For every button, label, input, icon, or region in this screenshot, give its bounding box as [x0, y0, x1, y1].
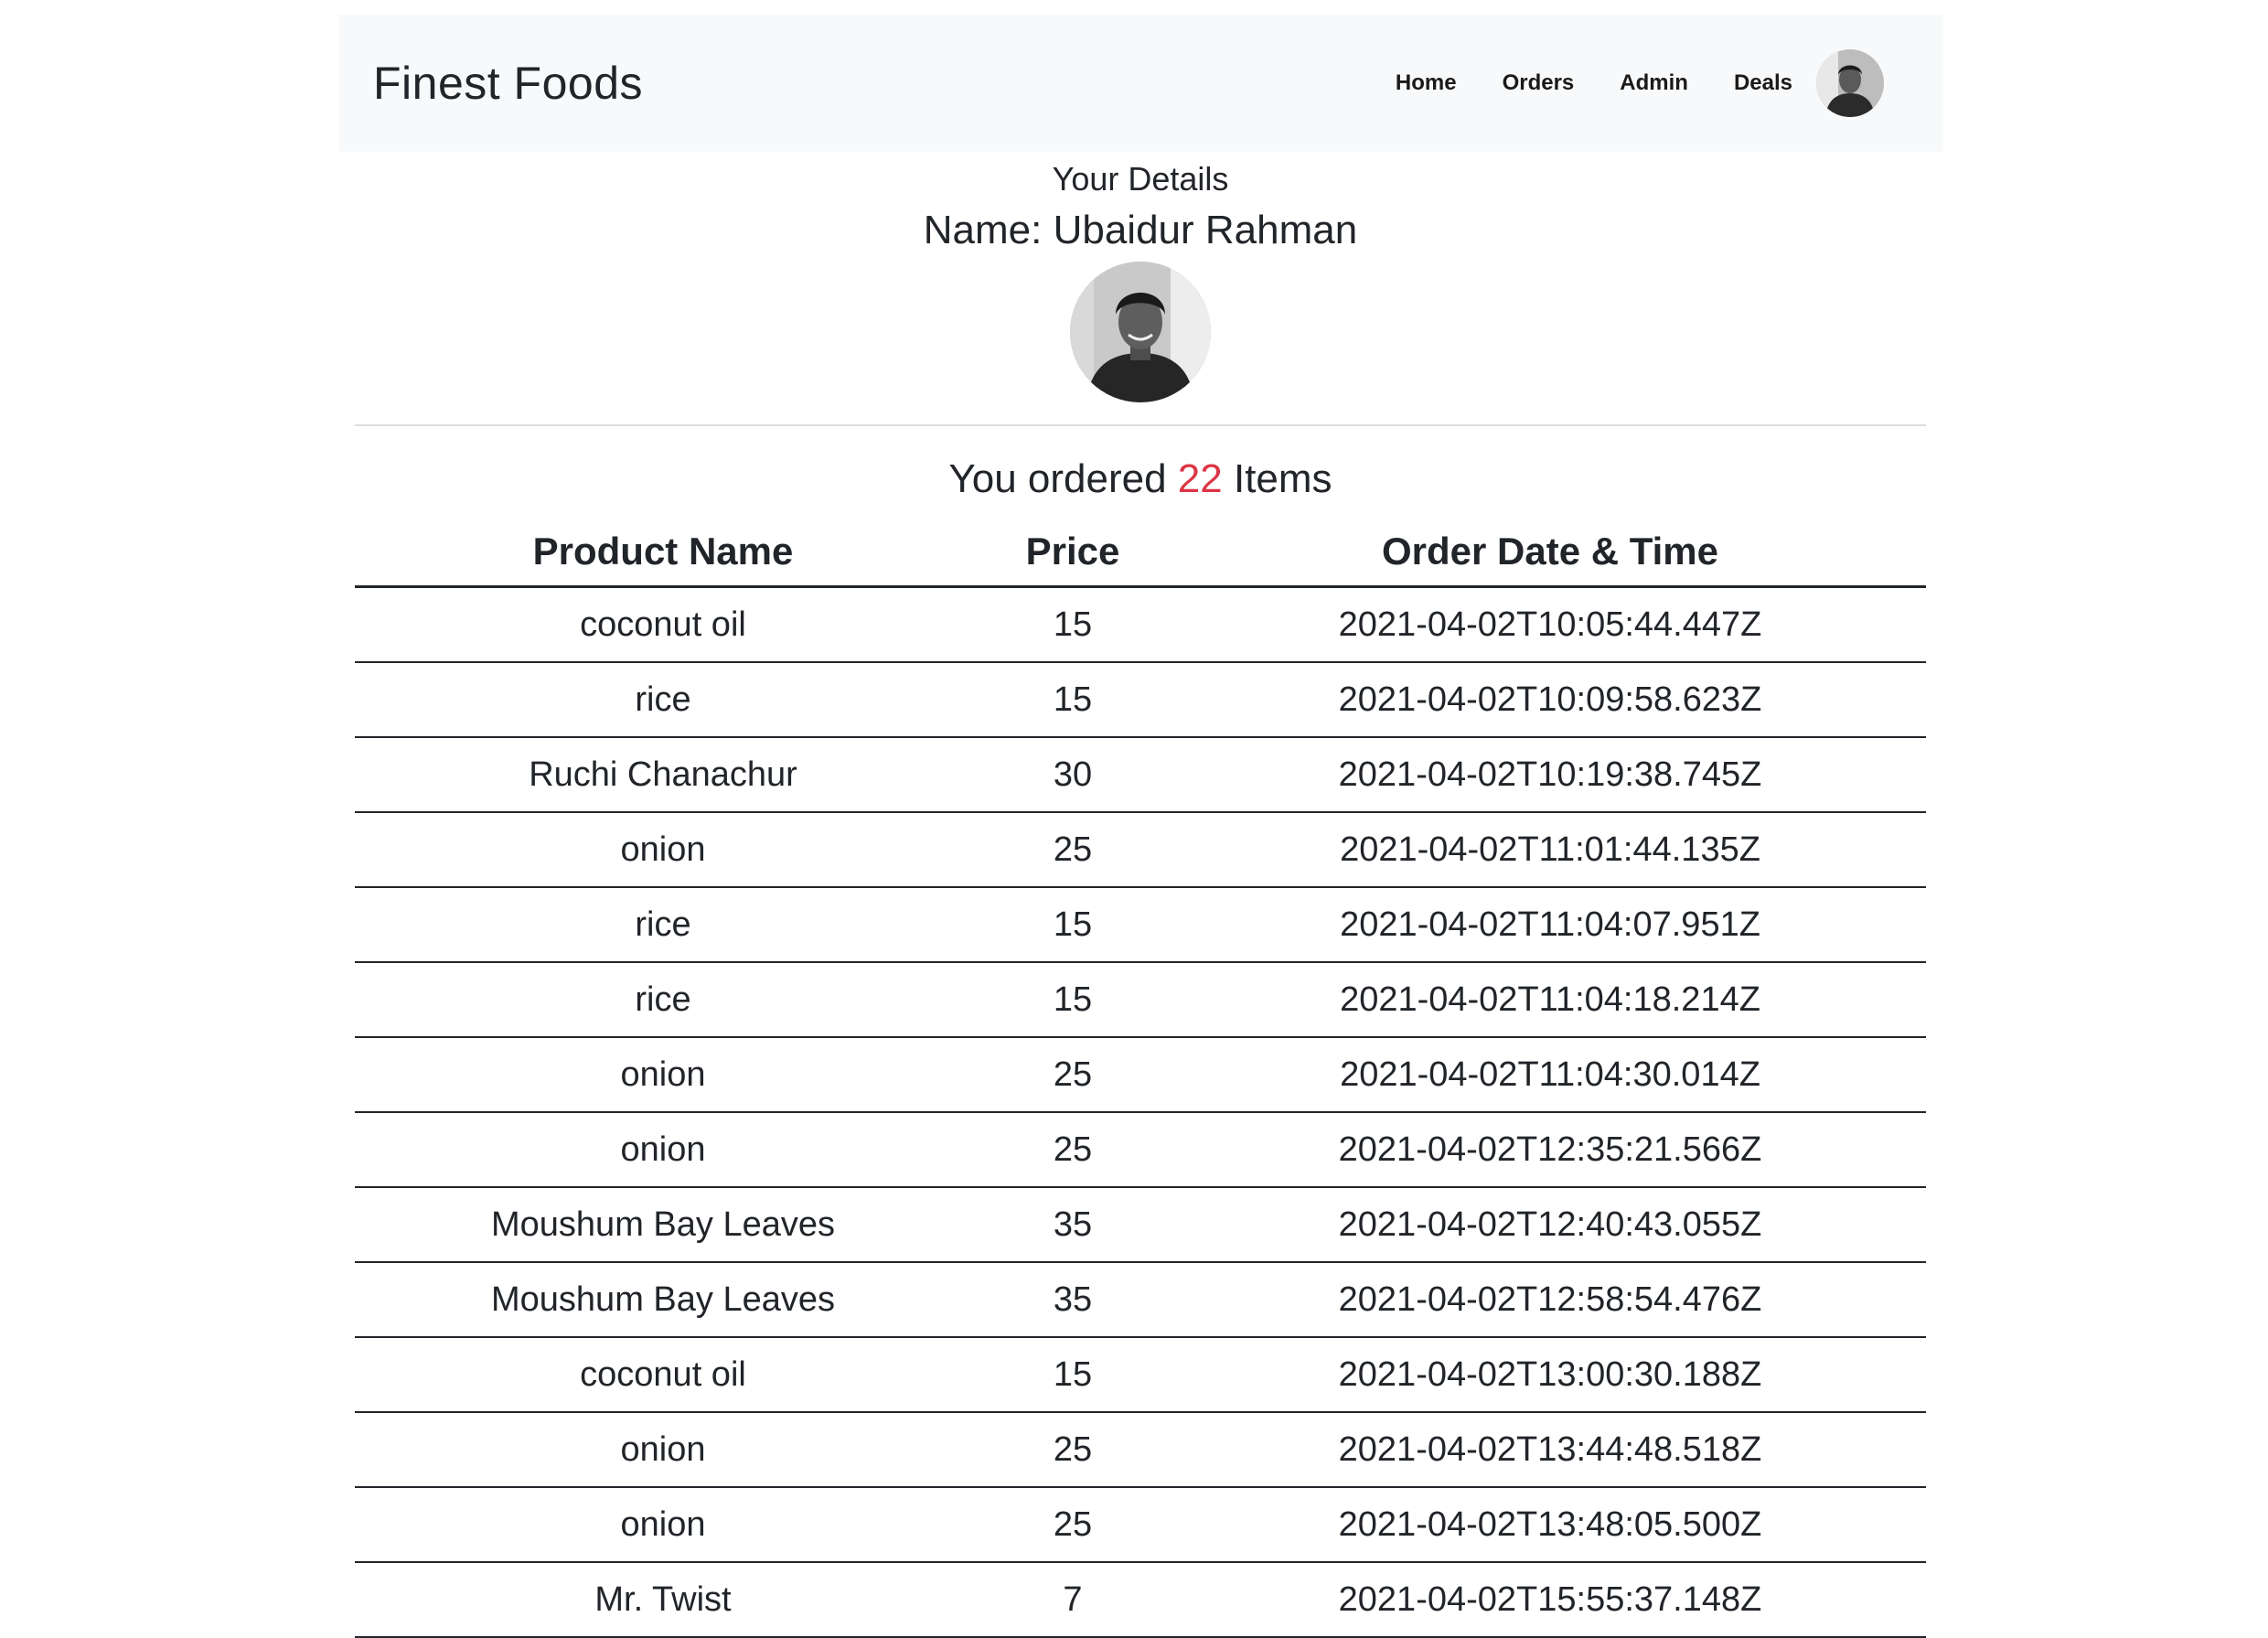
table-header-row: Product Name Price Order Date & Time: [355, 518, 1926, 588]
cell-product-name: coconut oil: [355, 1337, 971, 1413]
cell-order-date: 2021-04-02T11:01:44.135Z: [1174, 812, 1926, 888]
cell-order-date: 2021-04-02T15:55:37.148Z: [1174, 1562, 1926, 1638]
cell-price: 25: [971, 1112, 1174, 1188]
table-row: Moushum Bay Leaves 35 2021-04-02T12:40:43.…: [355, 1187, 1926, 1263]
cell-price: 25: [971, 1412, 1174, 1488]
cell-product-name: onion: [355, 1037, 971, 1113]
table-row: rice 15 2021-04-02T10:09:58.623Z: [355, 662, 1926, 738]
user-avatar[interactable]: [1816, 49, 1884, 117]
cell-price: 15: [971, 1337, 1174, 1413]
cell-product-name: Ruchi Chanachur: [355, 737, 971, 813]
cell-order-date: 2021-04-02T11:04:18.214Z: [1174, 962, 1926, 1038]
navbar: Finest Foods Home Orders Admin Deals: [338, 15, 1942, 152]
cell-product-name: onion: [355, 812, 971, 888]
cell-price: 25: [971, 1487, 1174, 1563]
cell-price: 30: [971, 737, 1174, 813]
table-row: onion 25 2021-04-02T12:35:21.566Z: [355, 1112, 1926, 1188]
cell-product-name: onion: [355, 1412, 971, 1488]
cell-product-name: onion: [355, 1112, 971, 1188]
table-row: coconut oil 15 2021-04-02T10:05:44.447Z: [355, 586, 1926, 663]
cell-product-name: coconut oil: [355, 586, 971, 663]
cell-order-date: 2021-04-02T12:58:54.476Z: [1174, 1262, 1926, 1338]
cell-order-date: 2021-04-02T11:04:30.014Z: [1174, 1037, 1926, 1113]
order-summary: You ordered 22 Items: [338, 452, 1942, 507]
nav-link-deals[interactable]: Deals: [1734, 70, 1792, 96]
header-product-name: Product Name: [355, 518, 971, 588]
cell-order-date: 2021-04-02T13:00:30.188Z: [1174, 1337, 1926, 1413]
cell-price: 15: [971, 887, 1174, 963]
user-name: Name: Ubaidur Rahman: [923, 208, 1358, 252]
table-row: Moushum Bay Leaves 35 2021-04-02T12:58:54.…: [355, 1262, 1926, 1338]
brand-logo[interactable]: Finest Foods: [373, 57, 643, 110]
cell-order-date: 2021-04-02T13:48:05.500Z: [1174, 1487, 1926, 1563]
table-row: onion 25 2021-04-02T11:01:44.135Z: [355, 812, 1926, 888]
table-row: Ruchi Chanachur 30 2021-04-02T10:19:38.745…: [355, 737, 1926, 813]
table-row: rice 15 2021-04-02T11:04:18.214Z: [355, 962, 1926, 1038]
cell-product-name: onion: [355, 1487, 971, 1563]
cell-price: 15: [971, 962, 1174, 1038]
header-order-date: Order Date & Time: [1174, 518, 1926, 588]
cell-order-date: 2021-04-02T10:05:44.447Z: [1174, 586, 1926, 663]
orders-table: Product Name Price Order Date & Time coc…: [355, 518, 1926, 1638]
cell-product-name: Moushum Bay Leaves: [355, 1187, 971, 1263]
details-heading: Your Details: [1052, 160, 1229, 198]
table-row: coconut oil 15 2021-04-02T13:00:30.188Z: [355, 1337, 1926, 1413]
table-row: Mr. Twist 7 2021-04-02T15:55:37.148Z: [355, 1562, 1926, 1638]
cell-price: 15: [971, 586, 1174, 663]
cell-price: 7: [971, 1562, 1174, 1638]
table-row: onion 25 2021-04-02T13:44:48.518Z: [355, 1412, 1926, 1488]
cell-product-name: rice: [355, 662, 971, 738]
summary-suffix: Items: [1222, 456, 1332, 501]
table-row: onion 25 2021-04-02T11:04:30.014Z: [355, 1037, 1926, 1113]
cell-price: 25: [971, 812, 1174, 888]
order-count: 22: [1177, 456, 1223, 501]
nav-link-orders[interactable]: Orders: [1503, 70, 1575, 96]
cell-order-date: 2021-04-02T10:09:58.623Z: [1174, 662, 1926, 738]
cell-product-name: rice: [355, 962, 971, 1038]
cell-product-name: rice: [355, 887, 971, 963]
nav-links: Home Orders Admin Deals: [1396, 49, 1884, 117]
summary-prefix: You ordered: [948, 456, 1178, 501]
cell-order-date: 2021-04-02T10:19:38.745Z: [1174, 737, 1926, 813]
profile-photo: [1070, 262, 1211, 402]
table-body: coconut oil 15 2021-04-02T10:05:44.447Z ric…: [355, 586, 1926, 1638]
cell-price: 35: [971, 1187, 1174, 1263]
cell-order-date: 2021-04-02T11:04:07.951Z: [1174, 887, 1926, 963]
profile-photo-icon: [1070, 262, 1211, 402]
table-row: rice 15 2021-04-02T11:04:07.951Z: [355, 887, 1926, 963]
table-row: onion 25 2021-04-02T13:48:05.500Z: [355, 1487, 1926, 1563]
cell-price: 15: [971, 662, 1174, 738]
nav-link-admin[interactable]: Admin: [1620, 70, 1688, 96]
header-price: Price: [971, 518, 1174, 588]
cell-order-date: 2021-04-02T12:40:43.055Z: [1174, 1187, 1926, 1263]
cell-product-name: Moushum Bay Leaves: [355, 1262, 971, 1338]
cell-product-name: Mr. Twist: [355, 1562, 971, 1638]
cell-price: 25: [971, 1037, 1174, 1113]
cell-order-date: 2021-04-02T13:44:48.518Z: [1174, 1412, 1926, 1488]
cell-order-date: 2021-04-02T12:35:21.566Z: [1174, 1112, 1926, 1188]
nav-link-home[interactable]: Home: [1396, 70, 1457, 96]
cell-price: 35: [971, 1262, 1174, 1338]
page-container: Finest Foods Home Orders Admin Deals You…: [338, 15, 1942, 1638]
avatar-photo-icon: [1816, 49, 1884, 117]
section-divider: [355, 424, 1926, 426]
user-details: Your Details Name: Ubaidur Rahman: [338, 157, 1942, 402]
